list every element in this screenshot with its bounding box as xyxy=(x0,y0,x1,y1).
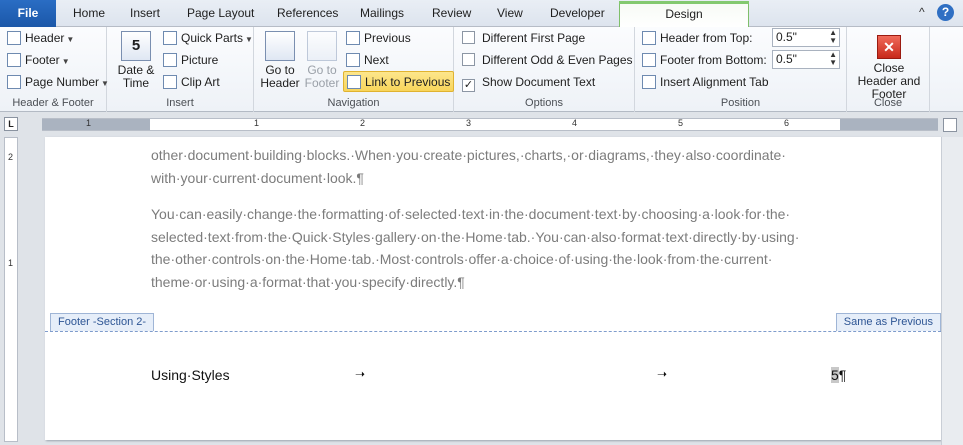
spinner-icon[interactable]: ▲ ▼ xyxy=(829,29,837,45)
header-button[interactable]: Header ▼ xyxy=(7,28,74,48)
footer-position-icon xyxy=(642,53,656,67)
go-to-header-icon xyxy=(265,31,295,61)
group-close: ✕ Close Header and Footer Close xyxy=(847,27,930,112)
page-number-button[interactable]: Page Number ▼ xyxy=(7,72,109,92)
spinner-icon[interactable]: ▲ ▼ xyxy=(829,51,837,67)
ruler-number: 3 xyxy=(466,118,472,128)
tab-review[interactable]: Review xyxy=(432,4,471,27)
checkmark-icon: ✓ xyxy=(462,79,475,92)
alignment-tab-icon xyxy=(642,75,656,89)
header-icon xyxy=(7,31,21,45)
ruler-number: 2 xyxy=(8,152,14,162)
link-to-previous-button[interactable]: Link to Previous xyxy=(343,71,455,92)
help-icon[interactable]: ? xyxy=(937,4,954,21)
show-document-text-checkbox[interactable]: ✓ Show Document Text xyxy=(462,72,595,92)
group-label-navigation: Navigation xyxy=(327,97,380,109)
tab-arrow-icon: ➝ xyxy=(355,367,366,381)
footer-from-bottom-input[interactable]: 0.5" ▲ ▼ xyxy=(772,50,840,69)
body-paragraph: other·document·building·blocks.·When·you… xyxy=(151,147,786,186)
go-to-footer-icon xyxy=(307,31,337,61)
header-position-icon xyxy=(642,31,656,45)
horizontal-ruler[interactable]: 1 1 2 3 4 5 6 xyxy=(42,118,938,131)
tab-selector-button[interactable]: L xyxy=(4,117,18,131)
go-to-footer-button[interactable]: Go to Footer xyxy=(300,29,344,90)
tab-developer[interactable]: Developer xyxy=(550,4,605,27)
ribbon: Header ▼ Footer ▼ Page Number ▼ Header & Fo… xyxy=(0,27,963,112)
different-odd-even-checkbox[interactable]: Different Odd & Even Pages xyxy=(462,50,633,70)
footer-section-tag: Footer -Section 2- xyxy=(50,313,155,331)
tab-file[interactable]: File xyxy=(0,0,56,27)
checkbox-icon xyxy=(462,53,475,66)
tab-insert[interactable]: Insert xyxy=(130,4,160,27)
header-from-top-label: Header from Top: xyxy=(642,28,753,48)
footer-text[interactable]: Using·Styles xyxy=(151,367,230,383)
close-header-footer-button[interactable]: ✕ Close Header and Footer xyxy=(849,29,929,101)
tab-view[interactable]: View xyxy=(497,4,523,27)
group-label-header-footer: Header & Footer xyxy=(12,97,94,109)
right-margin-area xyxy=(840,119,938,130)
group-label-options: Options xyxy=(525,97,563,109)
quick-parts-icon xyxy=(163,31,177,45)
clip-art-icon xyxy=(163,75,177,89)
ruler-number: 5 xyxy=(678,118,684,128)
tab-home[interactable]: Home xyxy=(73,4,105,27)
group-label-insert: Insert xyxy=(166,97,194,109)
document-page[interactable]: other·document·building·blocks.·When·you… xyxy=(45,137,941,440)
chevron-down-icon: ▼ xyxy=(245,35,253,44)
group-label-close: Close xyxy=(873,97,903,109)
previous-button[interactable]: Previous xyxy=(346,28,411,48)
ruler-number: 1 xyxy=(8,258,14,268)
footer-boundary-line xyxy=(45,331,941,332)
quick-parts-button[interactable]: Quick Parts ▼ xyxy=(163,28,253,48)
tab-mailings[interactable]: Mailings xyxy=(360,4,404,27)
date-time-button[interactable]: 5 Date & Time xyxy=(113,29,159,90)
ruler-number: 2 xyxy=(360,118,366,128)
view-ruler-icon[interactable] xyxy=(943,118,957,132)
chevron-down-icon: ▼ xyxy=(66,35,75,44)
ruler-row: L 1 1 2 3 4 5 6 xyxy=(0,113,963,135)
same-as-previous-tag: Same as Previous xyxy=(835,313,941,331)
tab-design[interactable]: Design xyxy=(619,1,749,28)
vertical-ruler[interactable]: 2 1 xyxy=(4,137,18,442)
group-insert: 5 Date & Time Quick Parts ▼ Picture Clip … xyxy=(107,27,254,112)
group-navigation: Go to Header Go to Footer Previous Next … xyxy=(254,27,455,112)
group-options: Different First Page Different Odd & Eve… xyxy=(454,27,635,112)
tab-arrow-icon: ➝ xyxy=(657,367,668,381)
next-button[interactable]: Next xyxy=(346,50,389,70)
vertical-scrollbar[interactable] xyxy=(941,137,963,445)
group-label-position: Position xyxy=(720,97,761,109)
ribbon-tab-bar: File Home Insert Page Layout References … xyxy=(0,0,963,28)
header-from-top-input[interactable]: 0.5" ▲ ▼ xyxy=(772,28,840,47)
picture-icon xyxy=(163,53,177,67)
footer-button[interactable]: Footer ▼ xyxy=(7,50,70,70)
calendar-icon: 5 xyxy=(121,31,151,61)
ruler-number: 4 xyxy=(572,118,578,128)
tab-references[interactable]: References xyxy=(277,4,338,27)
footer-page-number[interactable]: 5¶ xyxy=(831,367,846,383)
tab-page-layout[interactable]: Page Layout xyxy=(187,4,254,27)
footer-icon xyxy=(7,53,21,67)
page-number-icon xyxy=(7,75,21,89)
picture-button[interactable]: Picture xyxy=(163,50,218,70)
ruler-number: 1 xyxy=(254,118,260,128)
go-to-header-button[interactable]: Go to Header xyxy=(258,29,302,90)
link-to-previous-icon xyxy=(347,75,361,89)
minimize-ribbon-icon[interactable]: ^ xyxy=(919,5,925,19)
footer-from-bottom-label: Footer from Bottom: xyxy=(642,50,767,70)
group-header-footer: Header ▼ Footer ▼ Page Number ▼ Header & Fo… xyxy=(0,27,109,112)
close-icon: ✕ xyxy=(877,35,901,59)
group-position: Header from Top: 0.5" ▲ ▼ Footer from Bot… xyxy=(635,27,847,112)
chevron-down-icon: ▼ xyxy=(61,57,70,66)
next-icon xyxy=(346,53,360,67)
body-paragraph: You·can·easily·change·the·formatting·of·… xyxy=(151,206,800,291)
previous-icon xyxy=(346,31,360,45)
ruler-number: 6 xyxy=(784,118,790,128)
clip-art-button[interactable]: Clip Art xyxy=(163,72,220,92)
different-first-page-checkbox[interactable]: Different First Page xyxy=(462,28,585,48)
ruler-number: 1 xyxy=(86,118,92,128)
insert-alignment-tab-button[interactable]: Insert Alignment Tab xyxy=(642,72,769,92)
checkbox-icon xyxy=(462,31,475,44)
left-margin-area xyxy=(42,119,150,130)
